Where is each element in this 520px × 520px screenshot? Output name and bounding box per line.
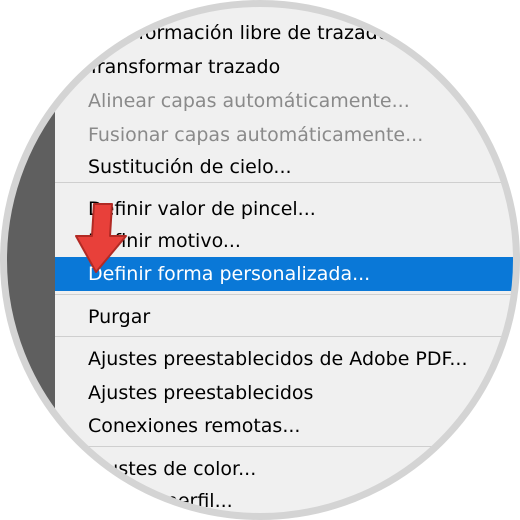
canvas-background-strip bbox=[2, 2, 55, 518]
menu-item-adobe-pdf-presets[interactable]: Ajustes preestablecidos de Adobe PDF... bbox=[55, 342, 515, 376]
menu-item-remote-connections[interactable]: Conexiones remotas... bbox=[55, 409, 515, 443]
menu-item-assign-profile[interactable]: Asignar perfil... bbox=[55, 484, 515, 518]
menu-item-transform-path[interactable]: Transformar trazado bbox=[55, 50, 515, 84]
red-pointer-arrow-icon bbox=[75, 203, 127, 273]
magnifier-lens: Transformación libre de trazado Transfor… bbox=[2, 2, 518, 518]
menu-item-color-settings[interactable]: Ajustes de color... bbox=[55, 452, 515, 486]
menu-item-purge[interactable]: Purgar bbox=[55, 300, 515, 334]
menu-item-free-transform-path[interactable]: Transformación libre de trazado bbox=[55, 16, 515, 50]
menu-separator bbox=[55, 294, 515, 295]
menu-item-auto-align-layers: Alinear capas automáticamente... bbox=[88, 90, 410, 112]
menu-separator bbox=[55, 336, 515, 337]
menu-separator bbox=[55, 446, 515, 447]
menu-item-presets[interactable]: Ajustes preestablecidos bbox=[55, 376, 515, 410]
menu-separator bbox=[55, 182, 515, 183]
screenshot-stage: Transformación libre de trazado Transfor… bbox=[0, 0, 520, 520]
menu-item-auto-blend-layers: Fusionar capas automáticamente... bbox=[88, 124, 424, 146]
menu-item-sky-replacement[interactable]: Sustitución de cielo... bbox=[55, 150, 515, 184]
